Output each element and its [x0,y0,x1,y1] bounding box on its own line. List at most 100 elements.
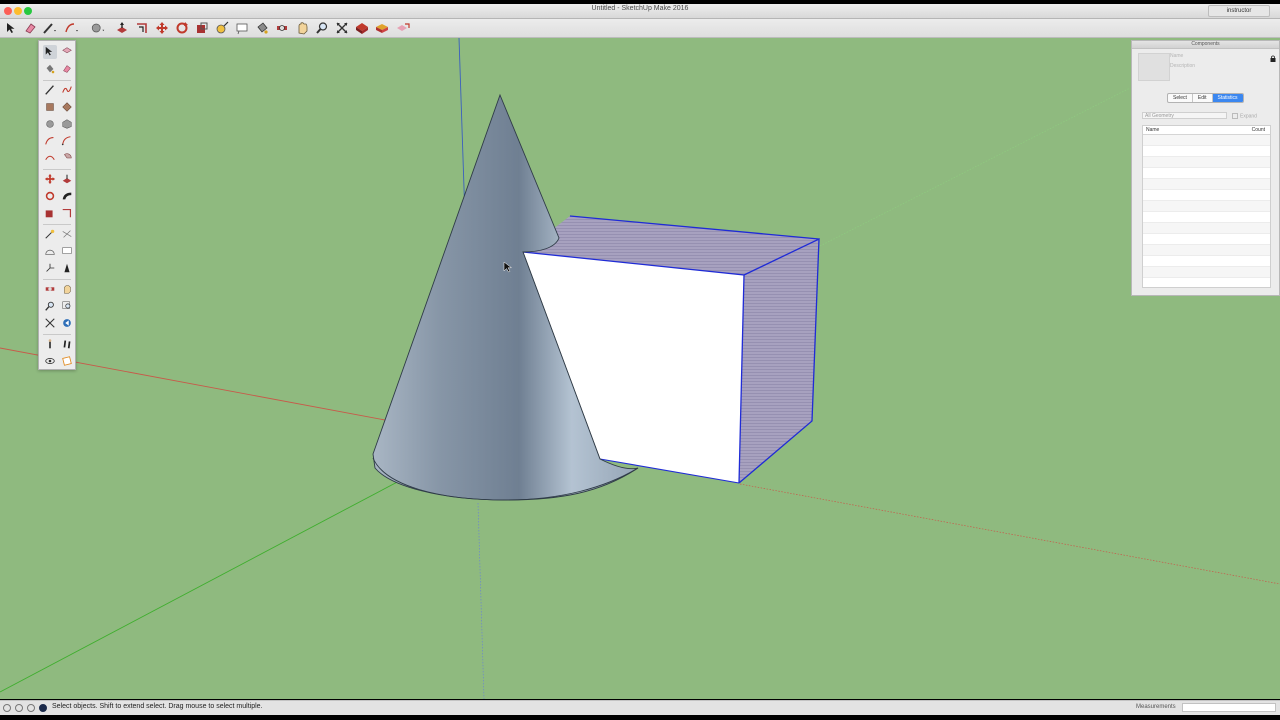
name-column-header[interactable]: Name [1146,126,1159,134]
text-tool-button[interactable] [60,244,74,258]
section-plane-tool-button[interactable] [60,354,74,368]
statistics-rows [1143,135,1270,289]
line-tool-button[interactable] [43,83,57,97]
pan-icon [298,22,308,35]
previous-view-tool-button[interactable] [60,316,74,330]
tape-measure-icon [45,229,55,239]
select-tool-button[interactable] [3,20,19,36]
offset-tool-button[interactable] [134,20,150,36]
text-tool-button[interactable] [234,20,250,36]
extension-warehouse-button[interactable] [374,20,390,36]
text-icon [62,247,72,254]
eraser-tool-button[interactable] [60,62,74,76]
follow-me-tool-button[interactable] [60,189,74,203]
eraser-tool-button[interactable] [22,20,38,36]
shapes-tool-button[interactable] [90,20,106,36]
share-model-icon [397,23,410,31]
user-account-icon[interactable] [27,704,35,712]
count-column-header[interactable]: Count [1252,126,1265,134]
circle-tool-button[interactable] [43,117,57,131]
tab-edit[interactable]: Edit [1193,94,1213,102]
component-description-field[interactable]: Description [1170,63,1195,69]
geometry-filter-select[interactable]: All Geometry [1142,112,1227,119]
tape-measure-tool-button[interactable] [214,20,230,36]
axes-tool-button[interactable] [43,261,57,275]
table-row [1143,278,1270,289]
component-name-field[interactable]: Name [1170,53,1183,59]
zoom-tool-button[interactable] [43,299,57,313]
three-point-arc-icon [45,155,55,160]
expand-checkbox[interactable]: Expand [1232,113,1257,119]
table-row [1143,146,1270,157]
rectangle-tool-button[interactable] [43,100,57,114]
warehouse-button[interactable] [354,20,370,36]
components-panel-title: Components [1132,41,1279,49]
look-around-tool-button[interactable] [43,354,57,368]
follow-me-icon [62,192,72,200]
push-pull-tool-button[interactable] [114,20,130,36]
rotated-rectangle-icon [62,102,72,112]
two-point-arc-tool-button[interactable] [60,134,74,148]
orbit-tool-button[interactable] [43,282,57,296]
lock-icon[interactable] [1270,55,1276,62]
statistics-table: Name Count [1142,125,1271,289]
credits-icon[interactable] [15,704,23,712]
measurements-input[interactable] [1182,703,1276,712]
share-model-button[interactable] [395,20,411,36]
table-row [1143,157,1270,168]
walk-tool-button[interactable] [60,337,74,351]
model-scene[interactable] [0,38,1280,699]
dimension-tool-button[interactable] [60,227,74,241]
zoom-extents-tool-button[interactable] [43,316,57,330]
pan-tool-button[interactable] [294,20,310,36]
three-point-arc-tool-button[interactable] [43,151,57,165]
move-icon [44,173,56,185]
eraser-icon [25,23,36,34]
palette-separator [43,334,71,335]
rotate-tool-button[interactable] [43,189,57,203]
zoom-tool-button[interactable] [314,20,330,36]
scale-tool-button[interactable] [194,20,210,36]
pie-tool-button[interactable] [60,151,74,165]
paint-bucket-tool-button[interactable] [254,20,270,36]
3d-text-icon [64,263,70,273]
component-preview-thumbnail [1138,53,1170,81]
arrow-cursor-icon [7,23,15,33]
3d-text-tool-button[interactable] [60,261,74,275]
tab-statistics[interactable]: Statistics [1212,94,1243,102]
tape-measure-tool-button[interactable] [43,227,57,241]
rectangle-icon [46,103,54,111]
component-tool-button[interactable] [60,45,74,59]
rotated-rectangle-tool-button[interactable] [60,100,74,114]
user-badge[interactable]: instructor [1208,5,1270,17]
orbit-tool-button[interactable] [274,20,290,36]
table-row [1143,190,1270,201]
zoom-extents-tool-button[interactable] [334,20,350,36]
pan-tool-button[interactable] [60,282,74,296]
table-row [1143,234,1270,245]
offset-tool-button[interactable] [60,206,74,220]
freehand-tool-button[interactable] [60,83,74,97]
geolocation-icon[interactable] [3,704,11,712]
instructor-toggle-icon[interactable] [39,704,47,712]
move-tool-button[interactable] [43,172,57,186]
zoom-icon [45,301,54,311]
polygon-tool-button[interactable] [60,117,74,131]
move-tool-button[interactable] [154,20,170,36]
tab-select[interactable]: Select [1168,94,1193,102]
protractor-tool-button[interactable] [43,244,57,258]
zoom-window-tool-button[interactable] [60,299,74,313]
text-icon [236,23,248,35]
expand-checkbox-box[interactable] [1232,113,1238,119]
paint-bucket-tool-button[interactable] [43,62,57,76]
drawing-viewport[interactable]: Components Name Description Select Edit … [0,38,1280,699]
scale-tool-button[interactable] [43,206,57,220]
select-tool-button[interactable] [43,45,57,59]
arc-tool-button[interactable] [64,20,80,36]
line-tool-button[interactable] [42,20,58,36]
push-pull-tool-button[interactable] [60,172,74,186]
position-camera-tool-button[interactable] [43,337,57,351]
arc-tool-button[interactable] [43,134,57,148]
table-row [1143,201,1270,212]
rotate-tool-button[interactable] [174,20,190,36]
